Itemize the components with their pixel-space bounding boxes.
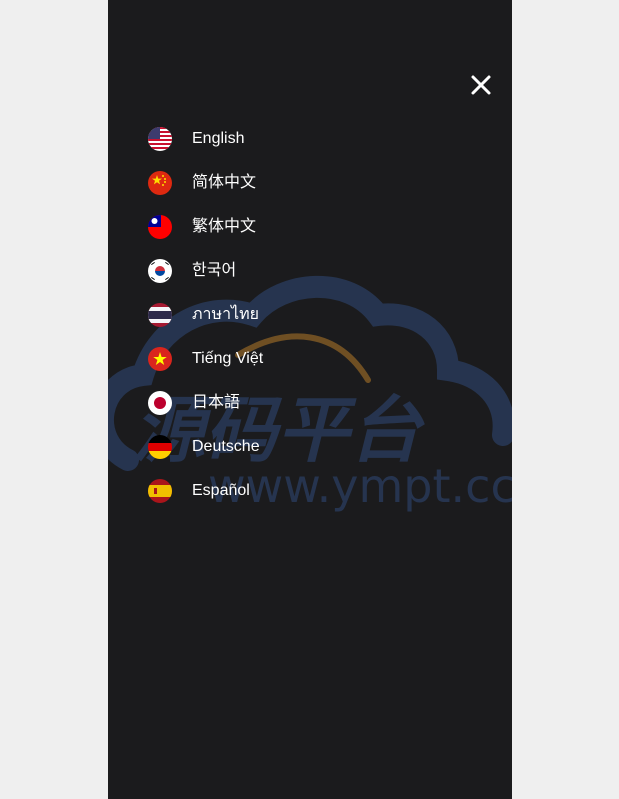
language-label: Español xyxy=(192,482,250,499)
language-option-vietnamese[interactable]: Tiếng Việt xyxy=(148,337,468,381)
language-label: 繁体中文 xyxy=(192,218,257,235)
japan-flag-icon xyxy=(148,391,172,415)
language-label: 日本語 xyxy=(192,394,241,411)
germany-flag-icon xyxy=(148,435,172,459)
vietnam-flag-icon xyxy=(148,347,172,371)
language-label: Tiếng Việt xyxy=(192,350,264,367)
us-flag-icon xyxy=(148,127,172,151)
close-icon xyxy=(471,75,491,95)
spain-flag-icon xyxy=(148,479,172,503)
language-option-simplified-chinese[interactable]: 简体中文 xyxy=(148,161,468,205)
language-option-german[interactable]: Deutsche xyxy=(148,425,468,469)
language-list: English 简体中文 繁体中文 한국어 ภาษาไทย Tiếng Việt… xyxy=(148,117,468,513)
language-option-thai[interactable]: ภาษาไทย xyxy=(148,293,468,337)
language-option-korean[interactable]: 한국어 xyxy=(148,249,468,293)
language-label: English xyxy=(192,130,245,147)
language-label: ภาษาไทย xyxy=(192,306,260,323)
language-option-english[interactable]: English xyxy=(148,117,468,161)
china-flag-icon xyxy=(148,171,172,195)
language-option-traditional-chinese[interactable]: 繁体中文 xyxy=(148,205,468,249)
language-option-spanish[interactable]: Español xyxy=(148,469,468,513)
thailand-flag-icon xyxy=(148,303,172,327)
language-label: 简体中文 xyxy=(192,174,257,191)
language-label: 한국어 xyxy=(192,262,237,279)
language-drawer: 源码平台 www.ympt.cc English 简体中文 繁体中文 한국어 ภ… xyxy=(108,0,512,799)
close-button[interactable] xyxy=(468,72,494,98)
taiwan-flag-icon xyxy=(148,215,172,239)
language-label: Deutsche xyxy=(192,438,260,455)
language-option-japanese[interactable]: 日本語 xyxy=(148,381,468,425)
korea-flag-icon xyxy=(148,259,172,283)
